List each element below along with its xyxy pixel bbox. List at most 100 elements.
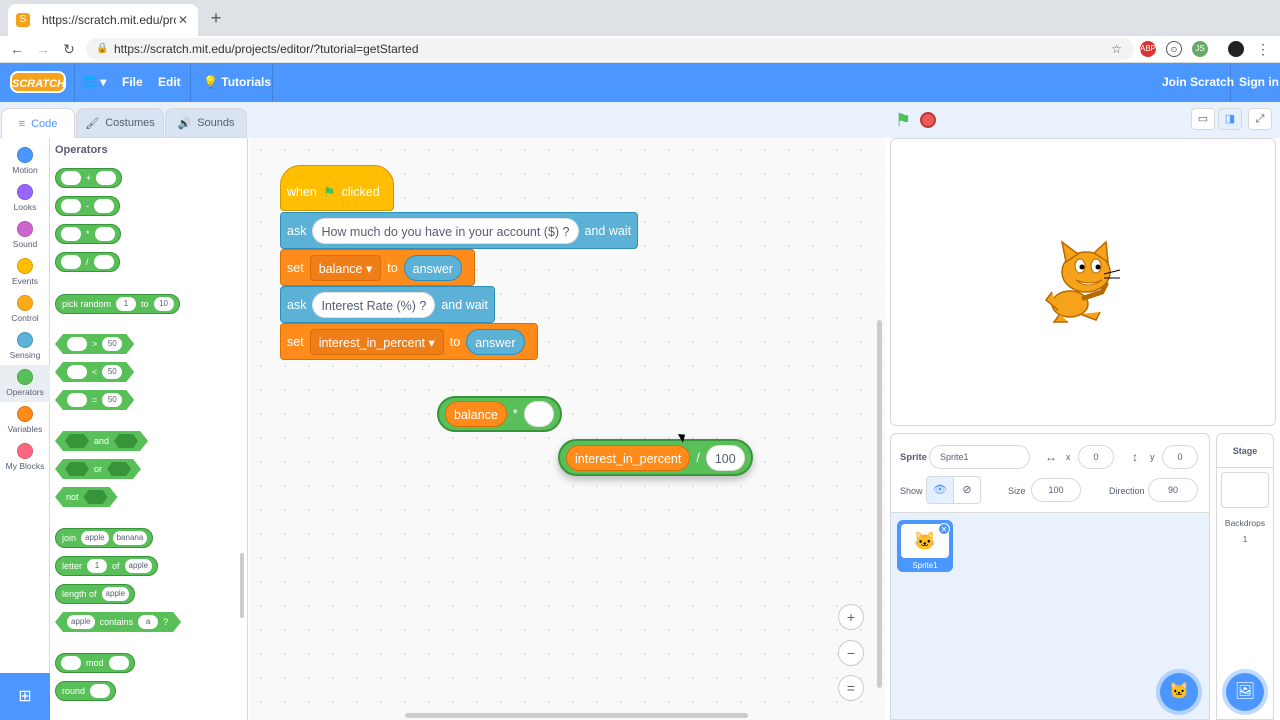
interest-reporter[interactable]: interest_in_percent: [566, 444, 691, 471]
slot[interactable]: [61, 199, 81, 213]
category-control[interactable]: Control: [0, 291, 50, 328]
reload-icon[interactable]: ↻: [60, 40, 78, 58]
profile-avatar[interactable]: [1228, 41, 1244, 57]
choose-sprite-button[interactable]: 🐱: [1160, 673, 1198, 711]
contains-block[interactable]: apple contains a?: [55, 612, 181, 632]
question-input[interactable]: Interest Rate (%) ?: [312, 291, 436, 318]
close-tab-icon[interactable]: ✕: [176, 13, 190, 27]
category-my-blocks[interactable]: My Blocks: [0, 439, 50, 476]
empty-slot[interactable]: [523, 401, 554, 427]
answer-reporter[interactable]: answer: [466, 328, 525, 355]
size-input[interactable]: 100: [1031, 478, 1081, 502]
scratch-logo[interactable]: SCRATCH: [10, 71, 66, 93]
variable-dropdown[interactable]: interest_in_percent ▾: [309, 328, 444, 355]
scratch-cat-sprite[interactable]: [1040, 240, 1124, 326]
slot[interactable]: 10: [153, 297, 174, 311]
stop-button[interactable]: [920, 112, 936, 128]
variable-dropdown[interactable]: balance ▾: [309, 254, 382, 281]
mod-block[interactable]: mod: [55, 653, 135, 673]
zoom-out-button[interactable]: −: [838, 640, 864, 666]
slot[interactable]: [93, 255, 114, 269]
file-menu[interactable]: File: [122, 63, 143, 102]
workspace-vscrollbar[interactable]: [877, 320, 882, 688]
new-tab-icon[interactable]: +: [206, 8, 226, 28]
slot[interactable]: [61, 171, 81, 185]
sprite-thumbnail[interactable]: 🐱 Sprite1 ✕: [897, 520, 953, 572]
green-flag-button[interactable]: ⚑: [895, 110, 911, 131]
divide-reporter[interactable]: interest_in_percent / 100: [558, 439, 753, 476]
slot[interactable]: [90, 684, 111, 698]
slot[interactable]: [94, 199, 114, 213]
slot[interactable]: [61, 227, 81, 241]
bookmark-star-icon[interactable]: ☆: [1111, 38, 1122, 60]
workspace-hscrollbar[interactable]: [405, 713, 748, 718]
category-sound[interactable]: Sound: [0, 217, 50, 254]
language-globe-icon[interactable]: 🌐 ▾: [82, 63, 106, 102]
slot[interactable]: apple: [81, 531, 109, 545]
adblock-icon[interactable]: ABP: [1140, 41, 1156, 57]
sprite-name-input[interactable]: Sprite1: [929, 445, 1030, 469]
zoom-in-button[interactable]: +: [838, 604, 864, 630]
y-input[interactable]: 0: [1162, 445, 1198, 469]
slot[interactable]: [107, 462, 131, 476]
slot[interactable]: [61, 255, 81, 269]
tab-sounds[interactable]: 🔊 Sounds: [165, 108, 247, 138]
slot[interactable]: [94, 227, 115, 241]
tutorials-menu[interactable]: 💡 Tutorials: [203, 63, 271, 102]
x-input[interactable]: 0: [1078, 445, 1114, 469]
set-variable-block[interactable]: set interest_in_percent ▾ to answer: [280, 323, 538, 360]
balance-reporter[interactable]: balance: [445, 401, 507, 427]
category-variables[interactable]: Variables: [0, 402, 50, 439]
multiply-block[interactable]: *: [55, 224, 121, 244]
delete-sprite-icon[interactable]: ✕: [938, 523, 950, 535]
slot[interactable]: [67, 365, 87, 379]
slot[interactable]: 50: [102, 365, 122, 379]
back-icon[interactable]: ←: [8, 40, 26, 58]
and-block[interactable]: and: [55, 431, 148, 451]
slot[interactable]: 50: [102, 337, 122, 351]
or-block[interactable]: or: [55, 459, 141, 479]
js-extension-icon[interactable]: JS: [1192, 41, 1208, 57]
slot[interactable]: 1: [87, 559, 108, 573]
add-block[interactable]: +: [55, 168, 123, 188]
letter-of-block[interactable]: letter 1 of apple: [55, 556, 159, 576]
category-looks[interactable]: Looks: [0, 180, 50, 217]
sign-in-link[interactable]: Sign in: [1239, 63, 1279, 102]
slot[interactable]: [84, 490, 108, 504]
browser-menu-icon[interactable]: ⋮: [1254, 40, 1272, 58]
category-motion[interactable]: Motion: [0, 143, 50, 180]
round-block[interactable]: round: [55, 681, 117, 701]
extension-icon[interactable]: ⊙: [1166, 41, 1182, 57]
set-variable-block[interactable]: set balance ▾ to answer: [280, 249, 475, 286]
backdrop-thumbnail[interactable]: [1221, 472, 1269, 508]
browser-tab[interactable]: S https://scratch.mit.edu/project ✕: [8, 4, 198, 36]
category-sensing[interactable]: Sensing: [0, 328, 50, 365]
ask-and-wait-block[interactable]: ask How much do you have in your account…: [280, 212, 639, 249]
multiply-reporter[interactable]: balance *: [437, 396, 562, 432]
less-than-block[interactable]: <50: [55, 362, 134, 382]
slot[interactable]: 1: [116, 297, 137, 311]
slot[interactable]: a: [138, 615, 158, 629]
slot[interactable]: [67, 393, 87, 407]
add-extension-button[interactable]: ⊞: [0, 673, 50, 720]
subtract-block[interactable]: -: [55, 196, 120, 216]
not-block[interactable]: not: [55, 487, 118, 507]
choose-backdrop-button[interactable]: 🖼: [1226, 673, 1264, 711]
slot[interactable]: [61, 656, 81, 670]
slot[interactable]: 50: [102, 393, 122, 407]
tab-costumes[interactable]: 🖌 Costumes: [76, 108, 164, 138]
slot[interactable]: [65, 434, 89, 448]
join-block[interactable]: join apple banana: [55, 528, 154, 548]
zoom-reset-button[interactable]: =: [838, 675, 864, 701]
slot[interactable]: [108, 656, 129, 670]
divide-block[interactable]: /: [55, 252, 120, 272]
normal-stage-button[interactable]: ◨: [1218, 108, 1242, 130]
slot[interactable]: [96, 171, 117, 185]
answer-reporter[interactable]: answer: [403, 254, 462, 281]
category-operators[interactable]: Operators: [0, 365, 50, 402]
slot[interactable]: apple: [124, 559, 153, 573]
ask-and-wait-block[interactable]: ask Interest Rate (%) ? and wait: [280, 286, 495, 323]
small-stage-button[interactable]: ▭: [1191, 108, 1215, 130]
direction-input[interactable]: 90: [1148, 478, 1198, 502]
slot[interactable]: banana: [112, 531, 148, 545]
